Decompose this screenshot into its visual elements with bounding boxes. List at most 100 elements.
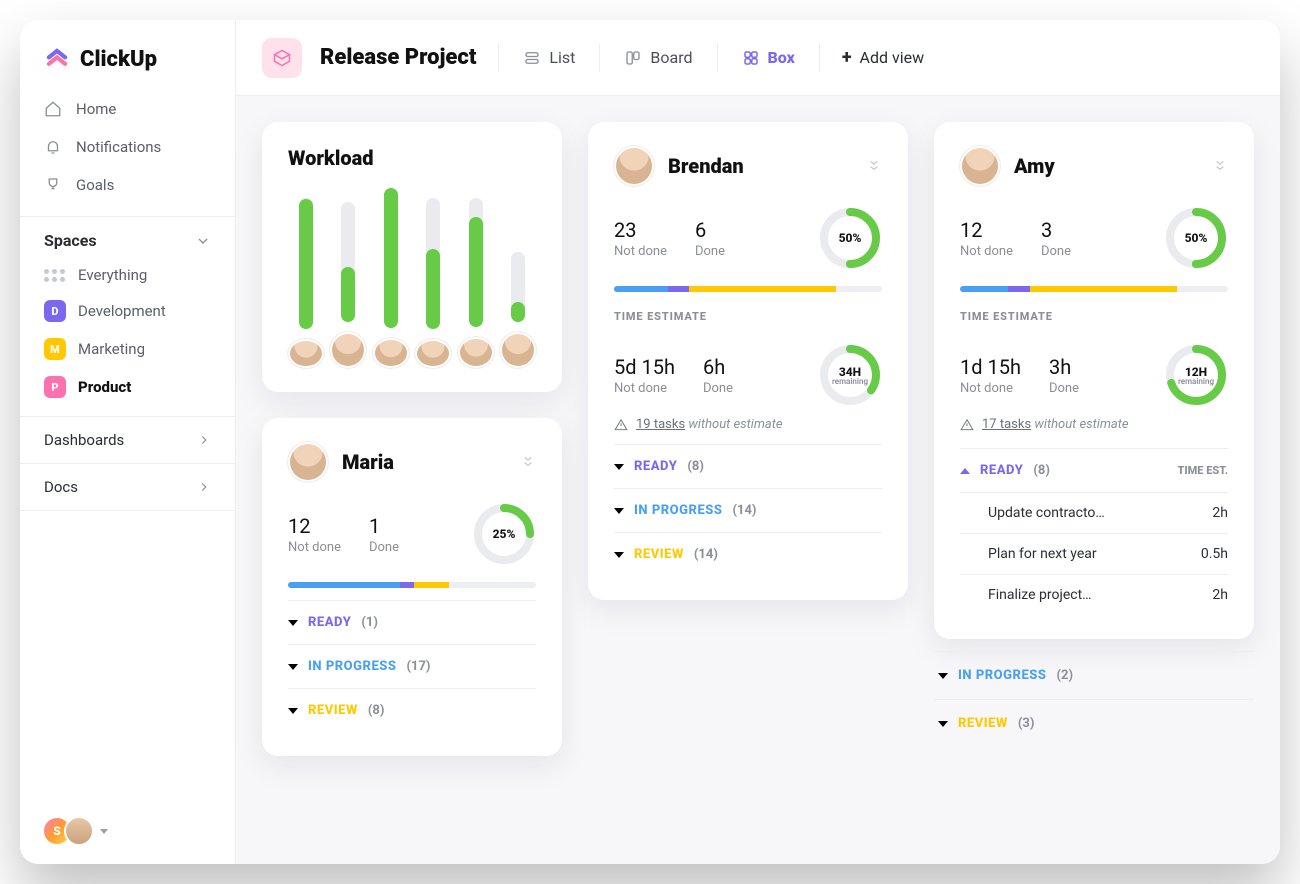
avatar [500,332,536,368]
estimate-warning[interactable]: 19 tasks without estimate [614,417,882,432]
workload-bar[interactable] [458,198,494,368]
tab-list[interactable]: List [521,44,577,71]
avatar [415,339,451,368]
task-time: 2h [1212,587,1228,603]
workload-bars [288,198,536,368]
status-count: (2) [1056,668,1073,683]
donut-label: 25% [493,527,516,541]
status-label: REVIEW [958,716,1008,731]
nav-notifications[interactable]: Notifications [30,128,225,166]
workload-bar[interactable] [373,198,409,368]
bell-icon [44,138,62,156]
status-count: (1) [361,615,378,630]
status-row-ready[interactable]: READY (1) [288,600,536,644]
expand-icon[interactable] [866,158,882,174]
time-stat-block: 1d 15hNot done 3hDone 12Hremaining [960,343,1228,407]
expand-icon[interactable] [1212,158,1228,174]
task-row[interactable]: Plan for next year 0.5h [960,533,1228,574]
status-label: READY [308,615,351,630]
topbar: Release Project List Board Box + Add vie… [236,20,1280,96]
space-development[interactable]: DDevelopment [20,292,235,330]
bar-track [384,198,398,328]
status-row-progress[interactable]: IN PROGRESS (2) [934,651,1254,699]
not-done-value: 12 [288,514,341,538]
workload-bar[interactable] [330,198,366,368]
space-badge: M [44,338,66,360]
chevron-down-icon [614,464,624,470]
status-row-progress[interactable]: IN PROGRESS (17) [288,644,536,688]
spaces-header[interactable]: Spaces [20,216,235,258]
workload-title: Workload [288,146,373,170]
project-title: Release Project [320,45,476,70]
status-row-ready[interactable]: READY (8) TIME EST. [960,448,1228,492]
primary-nav: Home Notifications Goals [20,90,235,204]
estimate-warning[interactable]: 17 tasks without estimate [960,417,1228,432]
board-icon [624,49,642,67]
grid-icon [44,269,66,282]
chevron-right-icon [197,480,211,494]
chevron-right-icon [197,433,211,447]
status-row-ready[interactable]: READY (8) [614,444,882,488]
workload-bar[interactable] [500,198,536,368]
donut-sublabel: remaining [832,377,868,386]
status-count: (3) [1018,716,1035,731]
nav-goals[interactable]: Goals [30,166,225,204]
status-row-review[interactable]: REVIEW (8) [288,688,536,732]
home-icon [44,100,62,118]
content-grid: Workload Maria 12Not done 1Done 25% READ… [236,96,1280,864]
space-badge: P [44,376,66,398]
tab-label: List [549,48,575,67]
done-value: 1 [369,514,399,538]
nav-home[interactable]: Home [30,90,225,128]
space-everything[interactable]: Everything [20,258,235,292]
space-label: Everything [78,266,147,284]
status-label: IN PROGRESS [958,668,1046,683]
segment-bar [960,286,1228,292]
sidebar-dashboards[interactable]: Dashboards [20,417,235,464]
person-card-amy: Amy 12Not done 3Done 50% TIME ESTIMATE 1… [934,122,1254,639]
stat-block: 12Not done 3Done 50% [960,206,1228,270]
separator [599,44,600,72]
brand-logo[interactable]: ClickUp [20,20,235,90]
chevron-down-icon [938,721,948,727]
task-title: Plan for next year [988,546,1097,562]
avatar [960,146,1000,186]
tab-box[interactable]: Box [740,44,797,71]
bar-track [469,198,483,327]
space-badge: D [44,300,66,322]
warning-link[interactable]: 17 tasks [982,417,1031,432]
status-row-review[interactable]: REVIEW (14) [614,532,882,576]
nav-label: Notifications [76,138,161,156]
workload-card: Workload [262,122,562,392]
space-product[interactable]: PProduct [20,368,235,406]
donut-label: 50% [1185,231,1208,245]
done-value: 3 [1041,218,1071,242]
expand-icon[interactable] [520,454,536,470]
clickup-logo-icon [44,46,70,72]
segment-bar [288,582,536,588]
task-row[interactable]: Finalize project… 2h [960,574,1228,615]
sidebar-docs[interactable]: Docs [20,464,235,511]
workload-bar[interactable] [288,198,324,368]
status-row-progress[interactable]: IN PROGRESS (14) [614,488,882,532]
bar-track [511,252,525,322]
project-icon [262,38,302,78]
status-label: IN PROGRESS [634,503,722,518]
task-row[interactable]: Update contracto…2h [960,492,1228,533]
task-time: 0.5h [1201,546,1228,562]
person-name: Amy [1014,154,1055,178]
status-row-review[interactable]: REVIEW (3) [934,699,1254,747]
space-marketing[interactable]: MMarketing [20,330,235,368]
done-value: 6 [695,218,725,242]
spaces-title: Spaces [44,231,97,250]
progress-donut: 50% [818,206,882,270]
tab-board[interactable]: Board [622,44,694,71]
status-count: (8) [368,703,385,718]
task-title: Finalize project… [988,587,1092,603]
nav-label: Home [76,100,116,118]
warning-link[interactable]: 19 tasks [636,417,685,432]
status-count: (8) [687,459,704,474]
sidebar-footer[interactable]: S [20,798,235,864]
workload-bar[interactable] [415,198,451,368]
add-view-button[interactable]: + Add view [842,48,924,67]
